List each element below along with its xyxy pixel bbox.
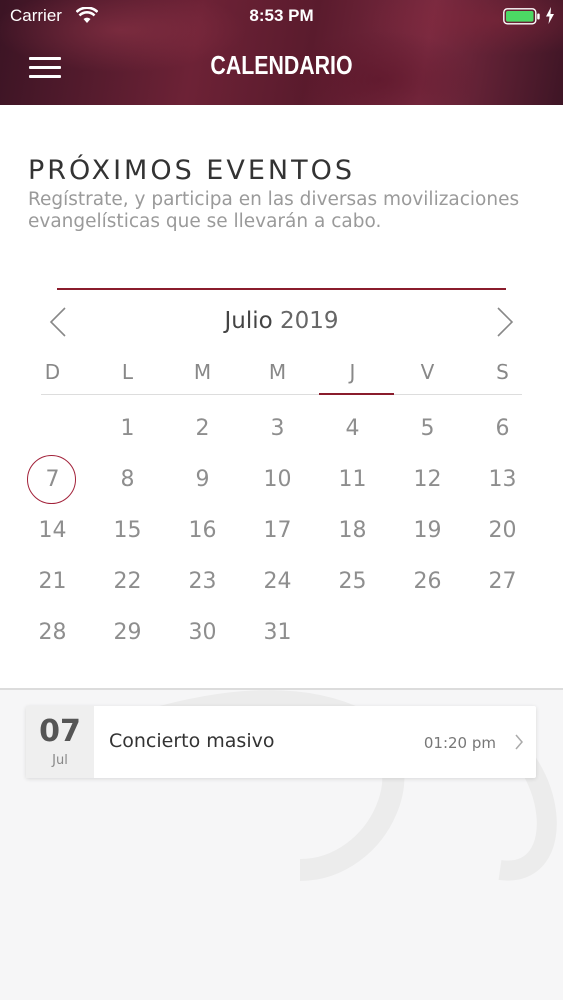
calendar-day[interactable]: 23: [165, 557, 240, 607]
calendar-accent-line: [57, 288, 506, 290]
day-number: 30: [188, 620, 217, 645]
calendar-day[interactable]: 12: [390, 455, 465, 505]
calendar-day[interactable]: 13: [465, 455, 540, 505]
calendar-day[interactable]: 29: [90, 608, 165, 658]
calendar-day-selected[interactable]: 7: [15, 455, 90, 505]
page-header-title: CALENDARIO: [210, 50, 353, 80]
month-name: Julio: [224, 308, 273, 334]
event-title: Concierto masivo: [109, 730, 275, 752]
calendar-day[interactable]: 27: [465, 557, 540, 607]
calendar-day[interactable]: 8: [90, 455, 165, 505]
weekday-divider: [41, 394, 522, 395]
intro-section: PRÓXIMOS EVENTOS Regístrate, y participa…: [0, 105, 563, 288]
section-title: PRÓXIMOS EVENTOS: [28, 155, 355, 186]
day-number: 28: [38, 620, 67, 645]
calendar-day[interactable]: 28: [15, 608, 90, 658]
year-label: 2019: [279, 308, 339, 334]
day-number: 9: [195, 467, 210, 492]
app-header: Carrier 8:53 PM CALENDARIO: [0, 0, 563, 105]
calendar-day[interactable]: 1: [90, 404, 165, 454]
calendar-day[interactable]: 15: [90, 506, 165, 556]
charge-icon: [546, 7, 554, 24]
calendar-day[interactable]: 19: [390, 506, 465, 556]
calendar-day[interactable]: 25: [315, 557, 390, 607]
calendar-day[interactable]: 16: [165, 506, 240, 556]
day-number: 26: [413, 569, 442, 594]
day-number: 13: [488, 467, 517, 492]
day-number: 25: [338, 569, 367, 594]
calendar-day[interactable]: 17: [240, 506, 315, 556]
day-number: 11: [338, 467, 367, 492]
day-number: 4: [345, 416, 360, 441]
calendar-day[interactable]: 11: [315, 455, 390, 505]
event-month: Jul: [52, 753, 68, 768]
weekday-label: M: [193, 360, 212, 384]
calendar: Julio 2019 D L M M J V S 1 2 3 4 5 6 7 8 9 10 11 12…: [0, 288, 563, 688]
weekday-header: D L M M J V S: [15, 360, 540, 386]
calendar-day[interactable]: 3: [240, 404, 315, 454]
calendar-day[interactable]: 31: [240, 608, 315, 658]
calendar-day[interactable]: 22: [90, 557, 165, 607]
calendar-day[interactable]: 26: [390, 557, 465, 607]
section-subtitle: Regístrate, y participa en las diversas …: [28, 189, 520, 232]
day-number: 10: [263, 467, 292, 492]
calendar-day[interactable]: 4: [315, 404, 390, 454]
day-number: 19: [413, 518, 442, 543]
weekday-label: J: [349, 360, 356, 384]
weekday-label: L: [121, 360, 134, 384]
day-number: 31: [263, 620, 292, 645]
section-divider: [0, 688, 563, 690]
month-label: Julio 2019: [0, 308, 563, 334]
calendar-day[interactable]: 14: [15, 506, 90, 556]
weekday-label: D: [44, 360, 61, 384]
day-number: 29: [113, 620, 142, 645]
battery-icon: [503, 8, 540, 25]
day-number: 8: [120, 467, 135, 492]
weekday-label: M: [268, 360, 287, 384]
current-weekday-indicator: [319, 393, 394, 395]
chevron-right-icon: [515, 734, 523, 750]
calendar-day[interactable]: 6: [465, 404, 540, 454]
calendar-day[interactable]: 24: [240, 557, 315, 607]
event-card[interactable]: 07 Jul Concierto masivo 01:20 pm: [26, 706, 536, 778]
calendar-day[interactable]: 5: [390, 404, 465, 454]
day-number: 1: [120, 416, 135, 441]
status-bar: Carrier 8:53 PM: [0, 0, 563, 32]
day-number: 3: [270, 416, 285, 441]
calendar-day[interactable]: 18: [315, 506, 390, 556]
day-number: 22: [113, 569, 142, 594]
day-number: 21: [38, 569, 67, 594]
day-number: 6: [495, 416, 510, 441]
calendar-day[interactable]: 30: [165, 608, 240, 658]
day-number: 12: [413, 467, 442, 492]
day-number: 24: [263, 569, 292, 594]
weekday-label: S: [496, 360, 509, 384]
chevron-right-icon[interactable]: [492, 306, 516, 338]
status-time: 8:53 PM: [249, 6, 314, 25]
event-date-badge: 07 Jul: [26, 706, 94, 778]
day-number: 15: [113, 518, 142, 543]
day-number: 18: [338, 518, 367, 543]
calendar-day[interactable]: 9: [165, 455, 240, 505]
calendar-day[interactable]: 10: [240, 455, 315, 505]
day-number: 23: [188, 569, 217, 594]
day-number: 16: [188, 518, 217, 543]
day-number: 20: [488, 518, 517, 543]
day-number: 2: [195, 416, 210, 441]
event-day: 07: [39, 714, 81, 749]
day-number: 5: [420, 416, 435, 441]
event-time: 01:20 pm: [423, 734, 496, 752]
weekday-label: V: [420, 360, 435, 384]
calendar-day[interactable]: 2: [165, 404, 240, 454]
day-number: 14: [38, 518, 67, 543]
day-number: 17: [263, 518, 292, 543]
calendar-day[interactable]: 20: [465, 506, 540, 556]
calendar-day[interactable]: 21: [15, 557, 90, 607]
day-number: 27: [488, 569, 517, 594]
day-number: 7: [45, 467, 60, 492]
